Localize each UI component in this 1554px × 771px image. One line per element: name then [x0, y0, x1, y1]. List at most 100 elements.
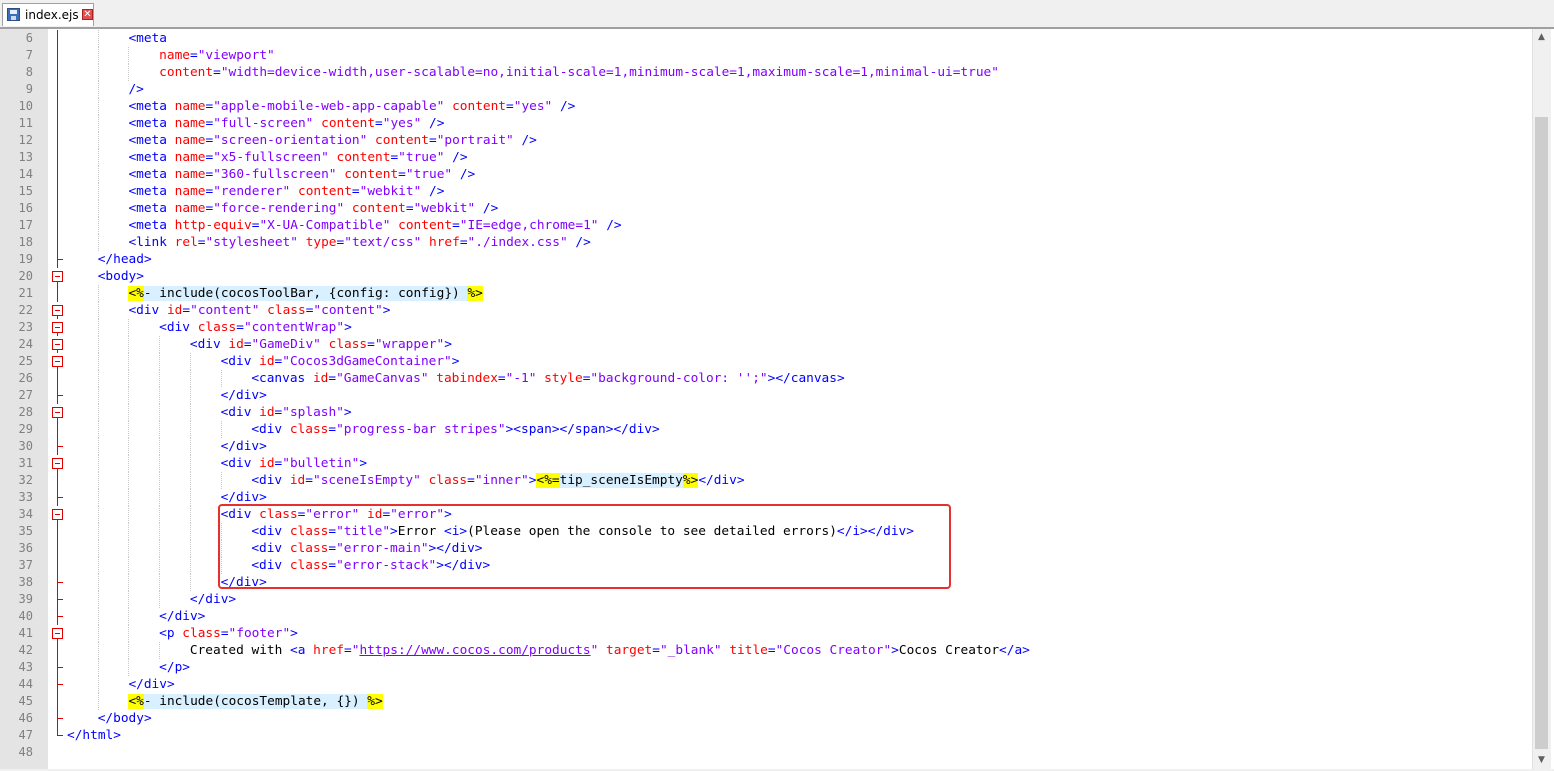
- code-token: http-equiv: [174, 218, 252, 233]
- code-token: id: [228, 337, 244, 352]
- fold-toggle-icon[interactable]: [52, 509, 63, 520]
- code-line[interactable]: 17 <meta http-equiv = "X-UA-Compatible" con…: [0, 217, 1530, 234]
- code-line[interactable]: 23 <div class="contentWrap">: [0, 319, 1530, 336]
- code-line[interactable]: 32 <div id="sceneIsEmpty" class="inner"><…: [0, 472, 1530, 489]
- code-token: tip_sceneIsEmpty: [559, 473, 683, 488]
- code-line[interactable]: 13 <meta name="x5-fullscreen" content="tr…: [0, 149, 1530, 166]
- code-line[interactable]: 12 <meta name = "screen-orientation" conten…: [0, 132, 1530, 149]
- code-line[interactable]: 6 <meta: [0, 30, 1530, 47]
- scroll-down-arrow-icon[interactable]: ▼: [1533, 752, 1550, 769]
- code-line[interactable]: 28 <div id="splash">: [0, 404, 1530, 421]
- indent-guide: [128, 47, 130, 64]
- code-line[interactable]: 45 <%- include(cocosTemplate, {}) %>: [0, 693, 1530, 710]
- code-token: name: [174, 99, 206, 114]
- code-line[interactable]: 30 </div>: [0, 438, 1530, 455]
- indent-guide: [220, 370, 222, 387]
- fold-toggle-icon[interactable]: [52, 407, 63, 418]
- indent-guide: [97, 506, 99, 523]
- code-editor[interactable]: 6 <meta 7 name="viewport" 8 content="width=de…: [0, 28, 1554, 769]
- fold-toggle-icon[interactable]: [52, 458, 63, 469]
- code-line[interactable]: 29 <div class="progress-bar stripes"><spa…: [0, 421, 1530, 438]
- fold-line: [57, 200, 58, 217]
- code-token: "_blank": [659, 643, 722, 658]
- line-number: 34: [18, 507, 33, 521]
- code-line[interactable]: 26 <canvas id="GameCanvas" tabindex="-1" …: [0, 370, 1530, 387]
- fold-toggle-icon[interactable]: [52, 628, 63, 639]
- fold-line: [57, 30, 58, 47]
- code-line[interactable]: 7 name="viewport": [0, 47, 1530, 64]
- code-token: />: [452, 167, 476, 182]
- code-line[interactable]: 44 </div>: [0, 676, 1530, 693]
- code-line[interactable]: 11 <meta name="full-screen" content="yes"…: [0, 115, 1530, 132]
- indent-guide: [97, 659, 99, 676]
- code-token: </a>: [999, 643, 1030, 658]
- code-text: </head>: [98, 251, 152, 268]
- indent-guide: [159, 353, 161, 370]
- code-line[interactable]: 20 <body>: [0, 268, 1530, 285]
- code-line[interactable]: 42 Created with <a href="https://www.coco…: [0, 642, 1530, 659]
- indent-guide: [189, 353, 191, 370]
- code-token: <div: [128, 303, 167, 318]
- code-line[interactable]: 16 <meta name="force-rendering" content="…: [0, 200, 1530, 217]
- fold-toggle-icon[interactable]: [52, 356, 63, 367]
- indent-guide: [97, 523, 99, 540]
- code-line[interactable]: 15 <meta name="renderer" content="webkit"…: [0, 183, 1530, 200]
- fold-line: [57, 166, 58, 183]
- code-line[interactable]: 10 <meta name = "apple-mobile-web-app-capab…: [0, 98, 1530, 115]
- code-token: id: [289, 473, 306, 488]
- code-token: - include(cocosTemplate, {}): [143, 694, 368, 709]
- code-token: />: [421, 116, 445, 131]
- fold-toggle-icon[interactable]: [52, 305, 63, 316]
- scrollbar-thumb[interactable]: [1535, 117, 1548, 749]
- code-token: style: [544, 371, 583, 386]
- code-line[interactable]: 40 </div>: [0, 608, 1530, 625]
- fold-toggle-icon[interactable]: [52, 271, 63, 282]
- code-line[interactable]: 19 </head>: [0, 251, 1530, 268]
- tab-index-ejs[interactable]: index.ejs ✕: [2, 3, 94, 26]
- code-token: <meta: [128, 167, 175, 182]
- scroll-up-arrow-icon[interactable]: ▲: [1533, 29, 1550, 46]
- code-line[interactable]: 39 </div>: [0, 591, 1530, 608]
- code-token: tabindex: [436, 371, 498, 386]
- close-icon[interactable]: ✕: [82, 9, 93, 20]
- code-token: content: [321, 116, 376, 131]
- code-line[interactable]: 31 <div id="bulletin">: [0, 455, 1530, 472]
- vertical-scrollbar[interactable]: ▲ ▼: [1532, 29, 1551, 769]
- code-token: "true": [398, 150, 445, 165]
- code-token: >: [382, 303, 391, 318]
- code-line[interactable]: 46 </body>: [0, 710, 1530, 727]
- code-line[interactable]: 14 <meta name="360-fullscreen" content="t…: [0, 166, 1530, 183]
- code-line[interactable]: 25 <div id="Cocos3dGameContainer">: [0, 353, 1530, 370]
- line-number: 28: [18, 405, 33, 419]
- indent-guide: [189, 523, 191, 540]
- code-line[interactable]: 27 </div>: [0, 387, 1530, 404]
- code-token: =: [367, 337, 375, 352]
- code-token: "X-UA-Compatible": [259, 218, 391, 233]
- fold-toggle-icon[interactable]: [52, 322, 63, 333]
- code-line[interactable]: 9 />: [0, 81, 1530, 98]
- save-icon[interactable]: [7, 8, 20, 21]
- indent-guide: [97, 98, 99, 115]
- code-line[interactable]: 41 <p class="footer">: [0, 625, 1530, 642]
- code-line[interactable]: 47 </html>: [0, 727, 1530, 744]
- code-line[interactable]: 18 <link rel="stylesheet" type="text/css"…: [0, 234, 1530, 251]
- code-token: <meta: [128, 218, 175, 233]
- fold-toggle-icon[interactable]: [52, 339, 63, 350]
- code-text: </div>: [221, 438, 267, 455]
- code-line[interactable]: 21 <%- include(cocosToolBar, {config: con…: [0, 285, 1530, 302]
- code-token: <div: [220, 405, 260, 420]
- code-token: =: [452, 218, 460, 233]
- code-token: "IE=edge,chrome=1": [459, 218, 599, 233]
- indent-guide: [159, 370, 161, 387]
- code-line[interactable]: 24 <div id="GameDiv" class="wrapper">: [0, 336, 1530, 353]
- code-line[interactable]: 43 </p>: [0, 659, 1530, 676]
- code-link[interactable]: https://www.cocos.com/products: [359, 643, 590, 658]
- code-token: %>: [367, 694, 383, 709]
- line-number: 33: [18, 490, 33, 504]
- code-line[interactable]: 48: [0, 744, 1530, 761]
- code-line[interactable]: 22 <div id="content" class="content">: [0, 302, 1530, 319]
- code-token: "sceneIsEmpty": [312, 473, 421, 488]
- code-line[interactable]: 8 content="width=device-width,user-scalab…: [0, 64, 1530, 81]
